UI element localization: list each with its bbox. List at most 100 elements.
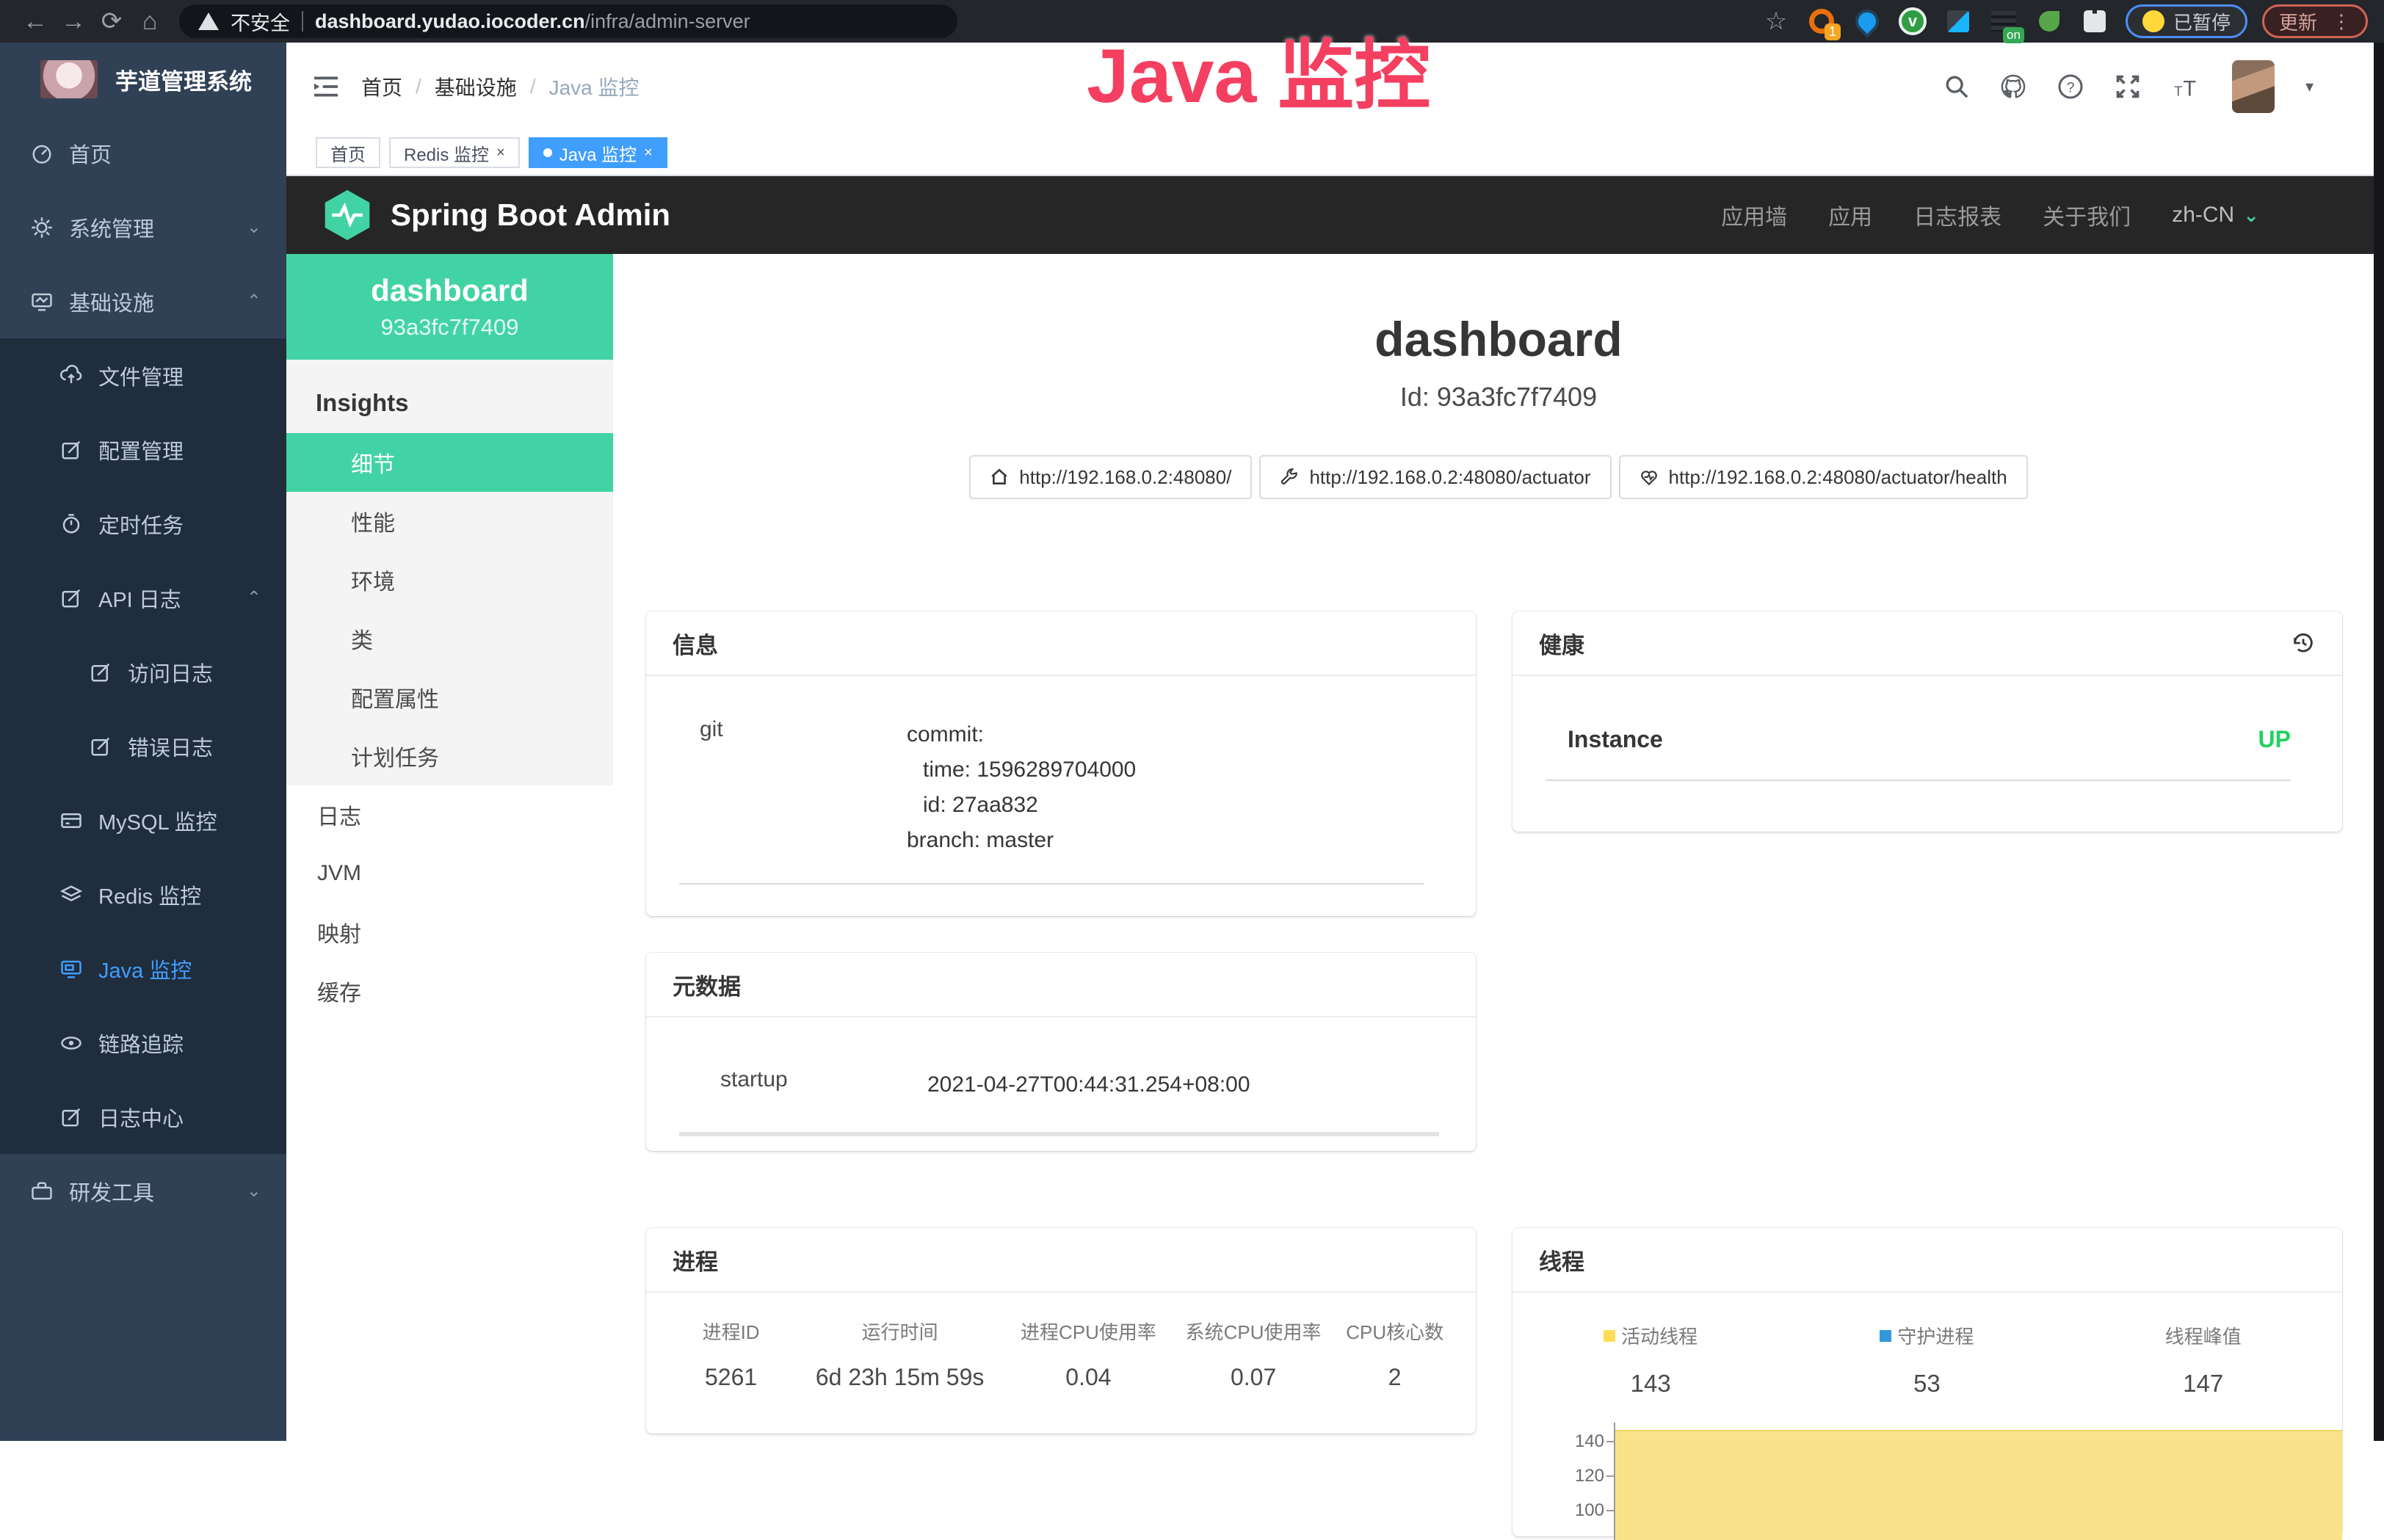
sba-menu-details[interactable]: 细节 — [286, 433, 613, 492]
sidebar-item-redis[interactable]: Redis 监控 — [0, 857, 286, 931]
extension-on-badge: on — [2003, 27, 2024, 43]
health-url-button[interactable]: http://192.168.0.2:48080/actuator/health — [1619, 455, 2028, 499]
metadata-key: startup — [700, 1067, 927, 1103]
extension-green-circle-icon[interactable]: v — [1896, 5, 1929, 37]
heartbeat-icon — [1640, 468, 1659, 487]
browser-menu-icon[interactable]: ⋮ — [2332, 10, 2351, 33]
process-value-syscpu: 0.07 — [1171, 1364, 1336, 1391]
sba-nav-wall[interactable]: 应用墙 — [1721, 199, 1787, 231]
profile-paused-chip[interactable]: 已暂停 — [2126, 4, 2247, 38]
y-tick-100: 100 — [1575, 1500, 1604, 1521]
extension-orange-icon[interactable]: 1 — [1805, 5, 1838, 37]
sidebar-item-dev-tools[interactable]: 研发工具 ⌄ — [0, 1154, 286, 1228]
live-threads-legend-swatch — [1604, 1330, 1615, 1342]
instance-links: http://192.168.0.2:48080/ http://192.168… — [613, 455, 2384, 499]
metadata-startup-row: startup 2021-04-27T00:44:31.254+08:00 — [679, 1038, 1439, 1136]
extension-switch-icon[interactable]: on — [1988, 5, 2020, 37]
sba-nav-journal[interactable]: 日志报表 — [1913, 199, 2001, 231]
breadcrumb-current: Java 监控 — [549, 72, 640, 101]
sidebar-item-infra[interactable]: 基础设施 ⌃ — [0, 264, 286, 338]
sidebar-item-access-log[interactable]: 访问日志 — [0, 635, 286, 709]
logo-image — [40, 60, 98, 98]
fullscreen-icon[interactable] — [2115, 73, 2141, 100]
browser-back-icon[interactable]: ← — [16, 7, 54, 36]
admin-sidebar: 芋道管理系统 首页 系统管理 ⌄ 基础设施 ⌃ 文件管理 配置管理 定时任务 A… — [0, 43, 286, 1441]
sidebar-item-api-log[interactable]: API 日志 ⌃ — [0, 561, 286, 635]
actuator-url-button[interactable]: http://192.168.0.2:48080/actuator — [1259, 455, 1611, 499]
sidebar-item-mysql[interactable]: MySQL 监控 — [0, 783, 286, 857]
peak-threads-value: 147 — [2065, 1370, 2341, 1398]
instance-header[interactable]: dashboard 93a3fc7f7409 — [286, 254, 613, 360]
tab-home[interactable]: 首页 — [316, 137, 380, 168]
user-avatar[interactable] — [2232, 60, 2275, 113]
breadcrumb-home[interactable]: 首页 — [361, 72, 402, 101]
security-warning-icon[interactable] — [198, 12, 219, 30]
insights-label: Insights — [286, 373, 613, 433]
browser-update-button[interactable]: 更新 ⋮ — [2262, 4, 2368, 38]
sba-locale-select[interactable]: zh-CN ⌄ — [2172, 203, 2259, 228]
sba-nav-about[interactable]: 关于我们 — [2043, 199, 2131, 231]
scrollbar-track[interactable] — [2374, 43, 2384, 1441]
help-icon[interactable]: ? — [2057, 73, 2084, 100]
sba-instance-sidebar: dashboard 93a3fc7f7409 Insights 细节 性能 环境… — [286, 254, 613, 1441]
sidebar-item-tracing[interactable]: 链路追踪 — [0, 1006, 286, 1080]
metadata-value: 2021-04-27T00:44:31.254+08:00 — [927, 1067, 1250, 1103]
sba-menu-logfile[interactable]: 日志 — [286, 785, 613, 844]
sidebar-item-job[interactable]: 定时任务 — [0, 487, 286, 561]
github-icon[interactable] — [2000, 73, 2026, 100]
sba-brand[interactable]: Spring Boot Admin — [323, 189, 670, 241]
browser-forward-icon[interactable]: → — [54, 7, 93, 36]
sba-menu-classes[interactable]: 类 — [286, 609, 613, 668]
extension-leaf-icon[interactable] — [2033, 5, 2065, 37]
browser-reload-icon[interactable]: ⟳ — [93, 7, 131, 36]
extension-pin-icon[interactable] — [1851, 5, 1883, 37]
y-tick-140: 140 — [1575, 1431, 1604, 1452]
browser-home-icon[interactable]: ⌂ — [131, 7, 169, 36]
sidebar-item-error-log[interactable]: 错误日志 — [0, 709, 286, 783]
threads-stats: 活动线程 143 守护进程 53 线程峰值 147 — [1512, 1322, 2342, 1398]
process-value-cores: 2 — [1336, 1364, 1454, 1391]
service-url-button[interactable]: http://192.168.0.2:48080/ — [969, 455, 1252, 499]
main-area: 首页 / 基础设施 / Java 监控 ? TT ▾ 首页 Redis 监控 ×… — [286, 43, 2384, 1441]
history-icon[interactable] — [2291, 631, 2316, 655]
sba-menu-metrics[interactable]: 性能 — [286, 492, 613, 551]
sidebar-item-config[interactable]: 配置管理 — [0, 413, 286, 487]
sba-nav-applications[interactable]: 应用 — [1828, 199, 1872, 231]
daemon-threads-value: 53 — [1789, 1370, 2065, 1398]
sidebar-item-home[interactable]: 首页 — [0, 116, 286, 190]
sba-menu-caches[interactable]: 缓存 — [286, 962, 613, 1020]
extension-grid-icon[interactable] — [1942, 5, 1974, 37]
hamburger-fold-icon[interactable] — [313, 75, 339, 98]
home-icon — [990, 468, 1009, 487]
process-value-uptime: 6d 23h 15m 59s — [794, 1364, 1006, 1391]
server-icon — [60, 810, 82, 832]
extensions-puzzle-icon[interactable] — [2079, 5, 2111, 37]
sba-menu-mappings[interactable]: 映射 — [286, 903, 613, 962]
security-warning-label[interactable]: 不安全 — [231, 7, 290, 36]
extension-badge-count: 1 — [1825, 23, 1841, 40]
search-icon[interactable] — [1944, 74, 1969, 99]
sidebar-item-system[interactable]: 系统管理 ⌄ — [0, 190, 286, 264]
info-key: git — [679, 717, 907, 858]
tab-java-monitor[interactable]: Java 监控 × — [529, 137, 667, 168]
sba-menu-configprops[interactable]: 配置属性 — [286, 668, 613, 727]
sba-menu-scheduled[interactable]: 计划任务 — [286, 727, 613, 785]
font-size-icon[interactable]: TT — [2172, 74, 2201, 99]
sidebar-item-log-center[interactable]: 日志中心 — [0, 1080, 286, 1154]
close-tab-icon[interactable]: × — [644, 145, 653, 161]
daemon-threads-legend-swatch — [1880, 1330, 1891, 1342]
sidebar-item-files[interactable]: 文件管理 — [0, 338, 286, 413]
breadcrumb-section[interactable]: 基础设施 — [435, 72, 517, 101]
sidebar-item-java-monitor[interactable]: Java 监控 — [0, 931, 286, 1006]
sba-menu-jvm[interactable]: JVM — [286, 844, 613, 903]
info-card-title: 信息 — [673, 627, 718, 660]
sidebar-logo[interactable]: 芋道管理系统 — [0, 43, 286, 116]
close-tab-icon[interactable]: × — [496, 145, 505, 161]
tab-redis-monitor[interactable]: Redis 监控 × — [389, 137, 520, 168]
insights-menu-group: Insights 细节 性能 环境 类 配置属性 计划任务 — [286, 360, 613, 785]
sba-menu-env[interactable]: 环境 — [286, 551, 613, 609]
metadata-card: 元数据 startup 2021-04-27T00:44:31.254+08:0… — [646, 953, 1476, 1151]
address-bar[interactable]: 不安全 dashboard.yudao.iocoder.cn/infra/adm… — [179, 4, 957, 38]
bookmark-star-icon[interactable]: ☆ — [1760, 5, 1792, 37]
avatar-caret-icon[interactable]: ▾ — [2305, 77, 2314, 96]
